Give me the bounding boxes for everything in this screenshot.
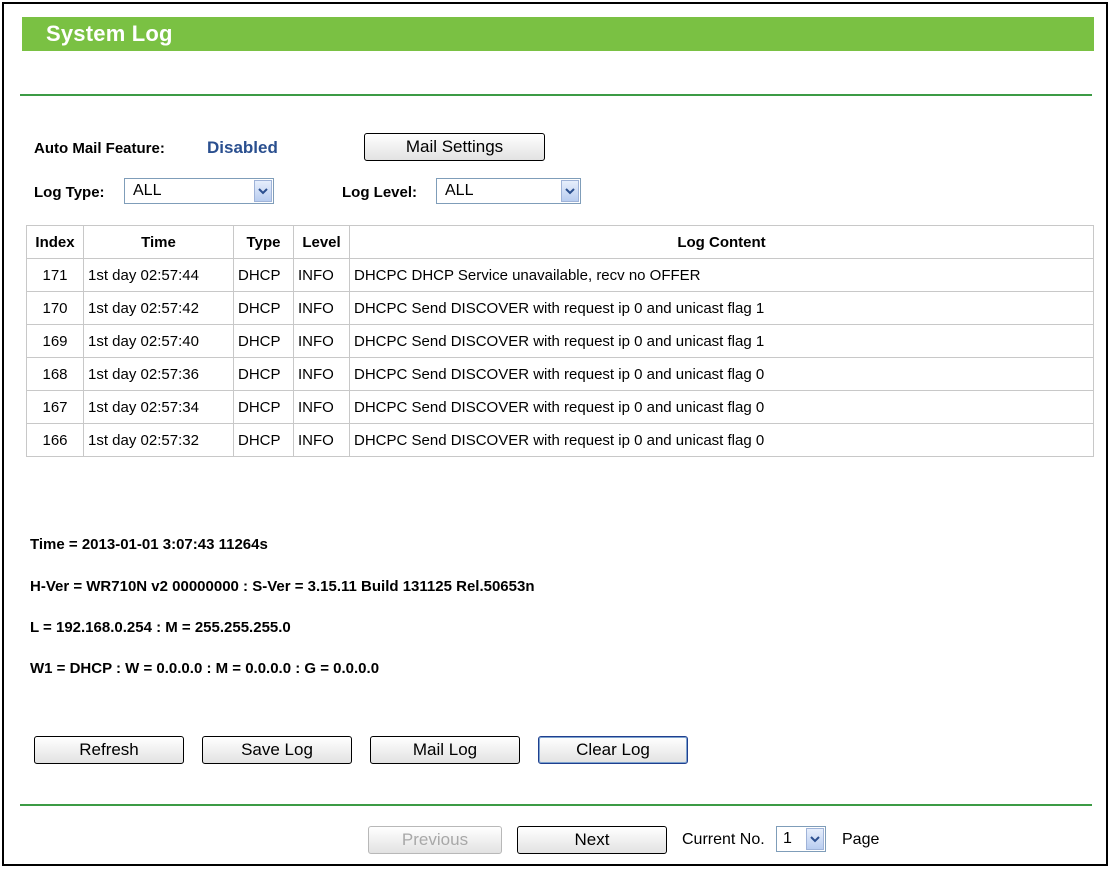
previous-button[interactable]: Previous [368,826,502,854]
info-time: Time = 2013-01-01 3:07:43 11264s [30,536,268,553]
cell-content: DHCPC Send DISCOVER with request ip 0 an… [349,324,1094,358]
table-row: 167 1st day 02:57:34 DHCP INFO DHCPC Sen… [26,390,1094,424]
page-select[interactable]: 1 [776,826,826,852]
log-type-select[interactable]: ALL [124,178,274,204]
top-divider [20,94,1092,96]
cell-index: 170 [26,291,84,325]
col-time: Time [83,225,234,259]
info-wan: W1 = DHCP : W = 0.0.0.0 : M = 0.0.0.0 : … [30,660,380,677]
page-label: Page [842,831,880,848]
col-index: Index [26,225,84,259]
cell-level: INFO [293,423,350,457]
system-log-panel: System Log Auto Mail Feature: Disabled M… [2,2,1108,866]
cell-time: 1st day 02:57:42 [83,291,234,325]
cell-type: DHCP [233,423,294,457]
mail-settings-button[interactable]: Mail Settings [364,133,545,161]
cell-content: DHCPC DHCP Service unavailable, recv no … [349,258,1094,292]
chevron-down-icon[interactable] [254,180,272,202]
cell-index: 171 [26,258,84,292]
table-row: 166 1st day 02:57:32 DHCP INFO DHCPC Sen… [26,423,1094,457]
log-level-label: Log Level: [342,184,418,201]
page-select-value: 1 [783,830,792,847]
save-log-button[interactable]: Save Log [202,736,352,764]
clear-log-button[interactable]: Clear Log [538,736,688,764]
cell-level: INFO [293,390,350,424]
cell-content: DHCPC Send DISCOVER with request ip 0 an… [349,357,1094,391]
cell-index: 167 [26,390,84,424]
table-row: 170 1st day 02:57:42 DHCP INFO DHCPC Sen… [26,291,1094,325]
cell-content: DHCPC Send DISCOVER with request ip 0 an… [349,291,1094,325]
next-button[interactable]: Next [517,826,667,854]
refresh-button[interactable]: Refresh [34,736,184,764]
cell-index: 166 [26,423,84,457]
cell-content: DHCPC Send DISCOVER with request ip 0 an… [349,390,1094,424]
auto-mail-status: Disabled [207,138,278,157]
cell-level: INFO [293,291,350,325]
cell-content: DHCPC Send DISCOVER with request ip 0 an… [349,423,1094,457]
cell-type: DHCP [233,357,294,391]
table-header-row: Index Time Type Level Log Content [26,225,1094,259]
auto-mail-label: Auto Mail Feature: [34,140,165,157]
table-row: 171 1st day 02:57:44 DHCP INFO DHCPC DHC… [26,258,1094,292]
table-row: 169 1st day 02:57:40 DHCP INFO DHCPC Sen… [26,324,1094,358]
cell-time: 1st day 02:57:44 [83,258,234,292]
cell-time: 1st day 02:57:34 [83,390,234,424]
info-version: H-Ver = WR710N v2 00000000 : S-Ver = 3.1… [30,578,535,595]
chevron-down-icon[interactable] [561,180,579,202]
cell-level: INFO [293,357,350,391]
current-no-label: Current No. [682,831,765,848]
cell-level: INFO [293,324,350,358]
info-lan: L = 192.168.0.254 : M = 255.255.255.0 [30,619,291,636]
log-level-value: ALL [445,182,474,199]
mail-log-button[interactable]: Mail Log [370,736,520,764]
log-type-value: ALL [133,182,162,199]
log-table: Index Time Type Level Log Content 171 1s… [26,225,1094,457]
cell-time: 1st day 02:57:40 [83,324,234,358]
cell-time: 1st day 02:57:36 [83,357,234,391]
log-type-label: Log Type: [34,184,105,201]
cell-type: DHCP [233,390,294,424]
cell-level: INFO [293,258,350,292]
chevron-down-icon[interactable] [806,828,824,850]
col-type: Type [233,225,294,259]
cell-type: DHCP [233,291,294,325]
cell-time: 1st day 02:57:32 [83,423,234,457]
log-level-select[interactable]: ALL [436,178,581,204]
cell-index: 168 [26,357,84,391]
cell-type: DHCP [233,324,294,358]
cell-index: 169 [26,324,84,358]
col-level: Level [293,225,350,259]
title-bar: System Log [22,17,1094,51]
page-title: System Log [46,21,173,46]
table-row: 168 1st day 02:57:36 DHCP INFO DHCPC Sen… [26,357,1094,391]
bottom-divider [20,804,1092,806]
col-log-content: Log Content [349,225,1094,259]
cell-type: DHCP [233,258,294,292]
